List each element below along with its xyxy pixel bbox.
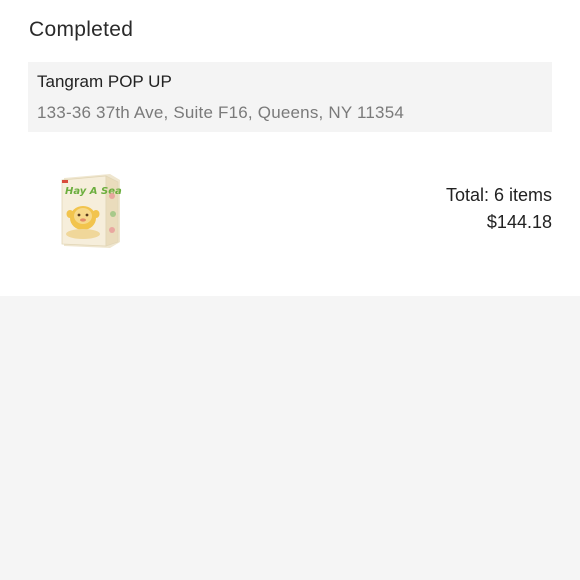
product-thumbnail[interactable]: Hay A Seat xyxy=(56,170,128,250)
empty-background-area xyxy=(0,296,580,580)
order-status: Completed xyxy=(29,18,134,41)
blind-box-icon: Hay A Seat xyxy=(61,174,128,248)
order-total-price: $144.18 xyxy=(486,212,552,232)
order-card[interactable]: Completed Tangram POP UP 133-36 37th Ave… xyxy=(0,0,580,296)
store-name: Tangram POP UP xyxy=(37,72,172,91)
store-address: 133-36 37th Ave, Suite F16, Queens, NY 1… xyxy=(37,103,405,122)
order-total-items: Total: 6 items xyxy=(445,185,552,205)
store-info-box: Tangram POP UP 133-36 37th Ave, Suite F1… xyxy=(28,62,552,132)
